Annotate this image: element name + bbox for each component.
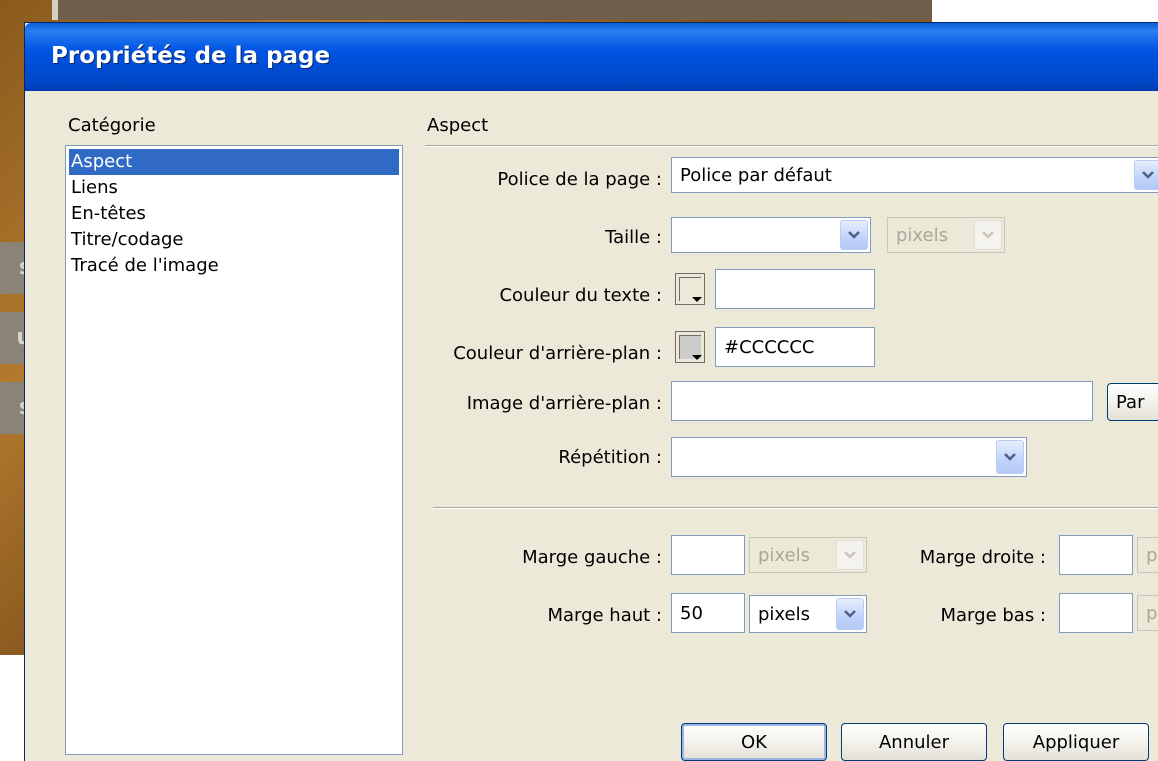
ok-button-label: OK (741, 731, 767, 753)
margins-divider (433, 507, 1158, 509)
page-properties-dialog: Propriétés de la page Catégorie Aspect L… (24, 22, 1158, 761)
right-margin-input[interactable] (1059, 535, 1133, 575)
chevron-down-icon[interactable] (836, 598, 864, 630)
right-margin-label: Marge droite : (919, 547, 1046, 568)
top-margin-unit-select[interactable]: pixels (749, 595, 867, 633)
category-item-trace-image[interactable]: Tracé de l'image (69, 253, 402, 279)
category-item-aspect[interactable]: Aspect (69, 149, 399, 175)
cancel-button-label: Annuler (878, 731, 949, 753)
category-item-liens[interactable]: Liens (69, 175, 402, 201)
top-margin-label: Marge haut : (547, 605, 662, 626)
top-margin-value: 50 (680, 602, 703, 624)
section-divider (425, 145, 1158, 147)
text-color-label: Couleur du texte : (499, 285, 662, 306)
category-heading: Catégorie (68, 115, 156, 136)
text-color-picker[interactable] (675, 273, 705, 305)
chevron-down-icon[interactable] (996, 440, 1024, 474)
size-label: Taille : (605, 227, 662, 248)
section-title: Aspect (427, 115, 489, 136)
browse-button-label: Par (1116, 391, 1145, 413)
bottom-margin-unit-value: p (1146, 602, 1158, 624)
top-margin-input[interactable]: 50 (671, 593, 745, 633)
background-color-label: Couleur d'arrière-plan : (453, 343, 662, 364)
size-unit-value: pixels (896, 224, 948, 246)
font-select[interactable]: Police par défaut (671, 157, 1158, 193)
size-unit-select[interactable]: pixels (887, 217, 1005, 253)
chevron-down-icon (836, 540, 864, 570)
bottom-margin-unit-select[interactable]: p (1137, 595, 1158, 631)
left-margin-label: Marge gauche : (522, 547, 662, 568)
background-app-toolbar (52, 0, 932, 20)
dropdown-arrow-icon (692, 355, 702, 360)
dialog-title: Propriétés de la page (51, 43, 331, 69)
apply-button[interactable]: Appliquer (1003, 723, 1149, 761)
category-item-titre-codage[interactable]: Titre/codage (69, 227, 402, 253)
ok-button[interactable]: OK (681, 723, 827, 761)
chevron-down-icon (974, 220, 1002, 250)
background-image-input[interactable] (671, 381, 1093, 421)
bottom-margin-label: Marge bas : (940, 605, 1047, 626)
text-color-input[interactable] (715, 269, 875, 309)
right-margin-unit-value: p (1146, 544, 1158, 566)
background-color-input[interactable]: #CCCCCC (715, 327, 875, 367)
bottom-margin-input[interactable] (1059, 593, 1133, 633)
right-margin-unit-select[interactable]: p (1137, 537, 1158, 573)
dropdown-arrow-icon (692, 297, 702, 302)
background-color-value: #CCCCCC (724, 336, 815, 358)
top-margin-unit-value: pixels (758, 603, 810, 625)
chevron-down-icon[interactable] (1134, 160, 1158, 190)
size-select[interactable] (671, 217, 871, 253)
font-label: Police de la page : (497, 169, 662, 190)
left-margin-unit-value: pixels (758, 544, 810, 566)
category-list: Aspect Liens En-têtes Titre/codage Tracé… (65, 145, 403, 755)
repeat-label: Répétition : (558, 447, 662, 468)
dialog-titlebar[interactable]: Propriétés de la page (25, 23, 1158, 91)
background-color-picker[interactable] (675, 331, 705, 363)
background-image-label: Image d'arrière-plan : (466, 393, 662, 414)
cancel-button[interactable]: Annuler (841, 723, 987, 761)
font-select-value: Police par défaut (680, 164, 832, 186)
browse-button[interactable]: Par (1107, 383, 1158, 421)
chevron-down-icon[interactable] (840, 220, 868, 250)
repeat-select[interactable] (671, 437, 1027, 477)
apply-button-label: Appliquer (1032, 731, 1120, 753)
category-item-en-tetes[interactable]: En-têtes (69, 201, 402, 227)
left-margin-unit-select[interactable]: pixels (749, 537, 867, 573)
left-margin-input[interactable] (671, 535, 745, 575)
